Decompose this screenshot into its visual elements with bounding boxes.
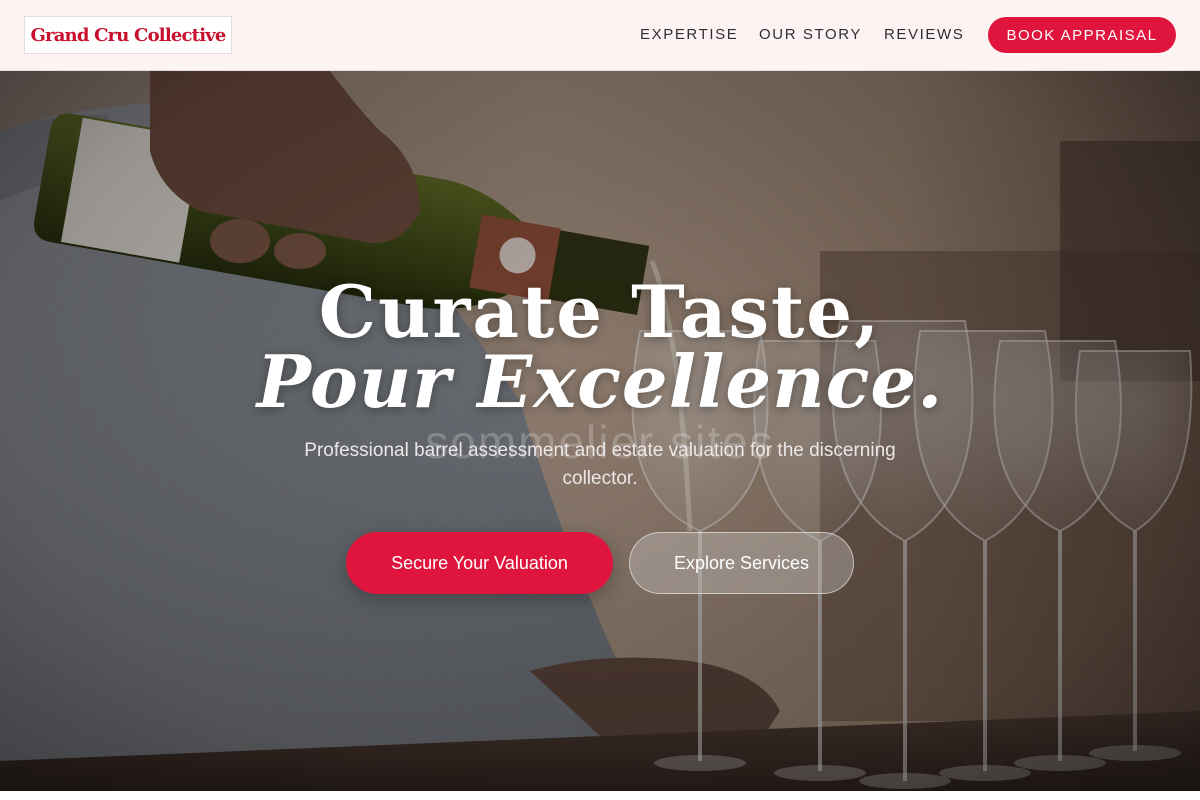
site-header: Grand Cru Collective EXPERTISE OUR STORY… (0, 0, 1200, 71)
hero-title-line2: Pour Excellence. (256, 339, 944, 424)
secure-valuation-button[interactable]: Secure Your Valuation (346, 532, 613, 594)
nav-link-reviews[interactable]: REVIEWS (884, 25, 964, 45)
hero-section: sommelier sites Curate Taste, Pour Excel… (0, 71, 1200, 791)
logo[interactable]: Grand Cru Collective (24, 16, 232, 54)
page-bottom-edge (0, 791, 1200, 800)
explore-services-button[interactable]: Explore Services (629, 532, 854, 594)
book-appraisal-button[interactable]: BOOK APPRAISAL (988, 17, 1176, 53)
nav-link-expertise[interactable]: EXPERTISE (640, 25, 738, 45)
nav-link-our-story[interactable]: OUR STORY (759, 25, 862, 45)
hero-subtitle: Professional barrel assessment and estat… (304, 440, 896, 489)
